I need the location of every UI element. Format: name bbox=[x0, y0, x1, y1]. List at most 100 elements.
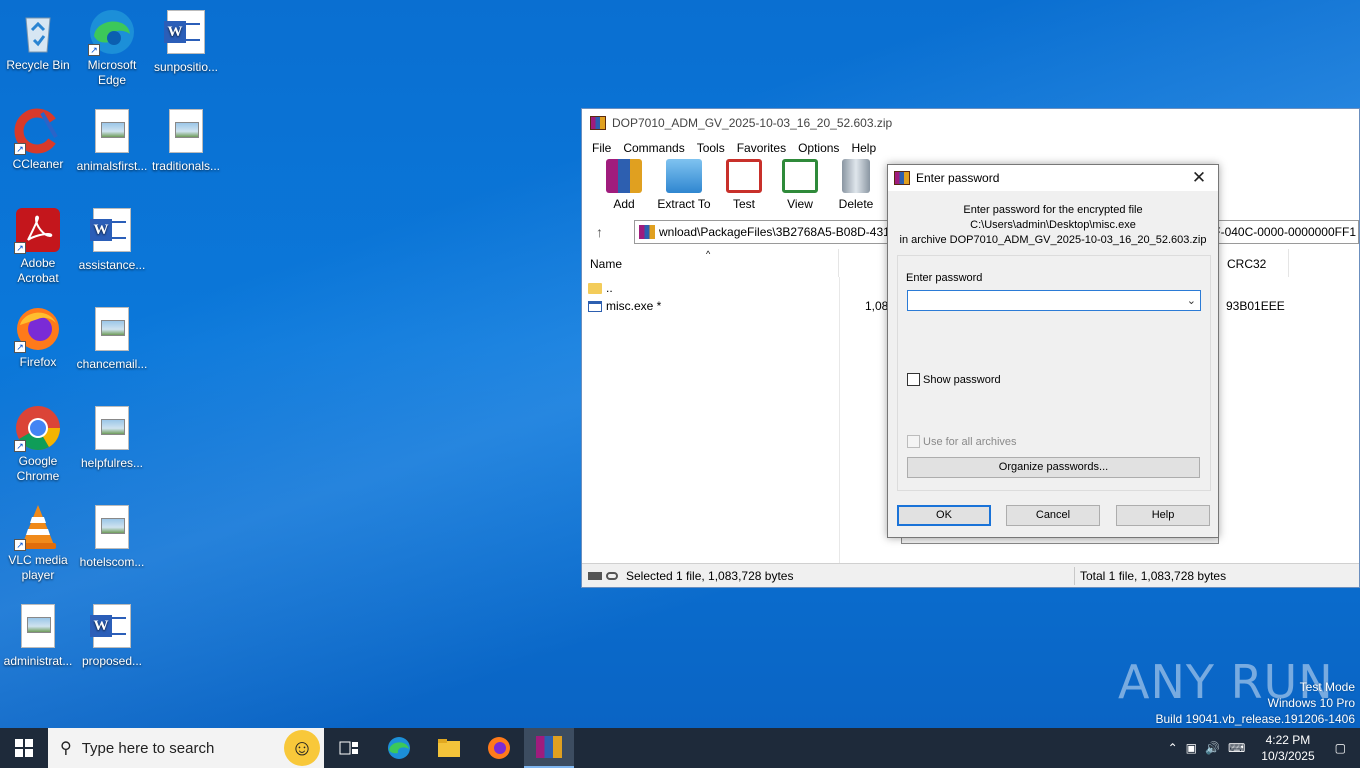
menu-tools[interactable]: Tools bbox=[691, 141, 731, 155]
menu-favorites[interactable]: Favorites bbox=[731, 141, 792, 155]
shortcut-arrow-icon: ↗ bbox=[14, 341, 26, 353]
desktop-icon-edge[interactable]: ↗ Microsoft Edge bbox=[74, 8, 150, 88]
acrobat-icon: ↗ bbox=[14, 206, 62, 254]
file-name: .. bbox=[606, 281, 613, 295]
desktop-icon-helpfulres[interactable]: helpfulres... bbox=[74, 404, 150, 471]
organize-passwords-button[interactable]: Organize passwords... bbox=[907, 457, 1200, 478]
clock[interactable]: 4:22 PM 10/3/2025 bbox=[1249, 732, 1326, 764]
desktop-icon-label: helpfulres... bbox=[80, 456, 144, 470]
desktop-icon-traditionals[interactable]: traditionals... bbox=[148, 107, 224, 174]
desktop-icon-ccleaner[interactable]: ↗ CCleaner bbox=[0, 107, 76, 172]
desktop-icon-chancemail[interactable]: chancemail... bbox=[74, 305, 150, 372]
recycle-bin-icon bbox=[14, 8, 62, 56]
password-group: Enter password ⌄ Show password Use for a… bbox=[897, 255, 1211, 491]
view-button[interactable]: View bbox=[772, 159, 828, 217]
show-password-label: Show password bbox=[923, 373, 1001, 386]
desktop-icon-vlc[interactable]: ↗ VLC media player bbox=[0, 503, 76, 583]
add-button[interactable]: Add bbox=[596, 159, 652, 217]
ok-button[interactable]: OK bbox=[897, 505, 991, 526]
exe-file-icon bbox=[588, 300, 602, 312]
view-book-icon bbox=[782, 159, 818, 193]
menu-commands[interactable]: Commands bbox=[617, 141, 690, 155]
desktop-icon-label: hotelscom... bbox=[79, 555, 145, 569]
status-selected: Selected 1 file, 1,083,728 bytes bbox=[626, 568, 794, 583]
desktop-icon-administrat[interactable]: administrat... bbox=[0, 602, 76, 669]
folder-icon bbox=[588, 282, 602, 294]
firefox-icon: ↗ bbox=[14, 305, 62, 353]
help-button[interactable]: Help bbox=[1116, 505, 1210, 526]
start-button[interactable] bbox=[0, 728, 48, 768]
menu-file[interactable]: File bbox=[586, 141, 617, 155]
taskbar-edge[interactable] bbox=[374, 728, 424, 768]
extract-to-button[interactable]: Extract To bbox=[652, 159, 716, 217]
test-button[interactable]: Test bbox=[716, 159, 772, 217]
path-text-right: 01F-040C-0000-0000000FF1 bbox=[1199, 225, 1356, 239]
desktop-icon-proposed[interactable]: W proposed... bbox=[74, 602, 150, 669]
word-doc-icon: W bbox=[162, 10, 210, 58]
desktop-icon-hotelscom[interactable]: hotelscom... bbox=[74, 503, 150, 570]
volume-icon[interactable]: 🔊 bbox=[1201, 741, 1224, 755]
close-icon[interactable]: ✕ bbox=[1186, 167, 1212, 189]
edge-icon: ↗ bbox=[88, 8, 136, 56]
delete-trash-icon bbox=[842, 159, 870, 193]
chevron-down-icon[interactable]: ⌄ bbox=[1187, 291, 1196, 311]
desktop-icon-sunposition[interactable]: W sunpositio... bbox=[148, 8, 224, 75]
archive-icon bbox=[639, 225, 655, 239]
windows-edition-text: Windows 10 Pro bbox=[1267, 696, 1355, 710]
desktop-icon-label: chancemail... bbox=[76, 357, 148, 371]
column-divider bbox=[839, 277, 840, 567]
desktop-icon-recycle-bin[interactable]: Recycle Bin bbox=[0, 8, 76, 73]
clock-time: 4:22 PM bbox=[1265, 733, 1311, 747]
firefox-icon bbox=[488, 737, 510, 759]
desktop-icon-acrobat[interactable]: ↗ Adobe Acrobat bbox=[0, 206, 76, 286]
taskbar-winrar[interactable] bbox=[524, 728, 574, 768]
drive-icon bbox=[588, 571, 602, 580]
delete-label: Delete bbox=[838, 197, 874, 211]
desktop-icon-firefox[interactable]: ↗ Firefox bbox=[0, 305, 76, 370]
test-clipboard-icon bbox=[726, 159, 762, 193]
keyboard-icon[interactable]: ⌨ bbox=[1224, 741, 1249, 755]
shortcut-arrow-icon: ↗ bbox=[14, 143, 26, 155]
status-total: Total 1 file, 1,083,728 bytes bbox=[1080, 568, 1227, 583]
search-box[interactable]: ⚲ Type here to search ☺ bbox=[48, 728, 324, 768]
list-item-parent[interactable]: .. bbox=[588, 279, 613, 297]
password-dialog: Enter password ✕ Enter password for the … bbox=[887, 164, 1219, 538]
ccleaner-icon: ↗ bbox=[14, 107, 62, 155]
search-placeholder: Type here to search bbox=[81, 739, 215, 757]
taskbar-firefox[interactable] bbox=[474, 728, 524, 768]
desktop-icon-chrome[interactable]: ↗ Google Chrome bbox=[0, 404, 76, 484]
chevron-up-icon[interactable]: ⌃ bbox=[1164, 741, 1182, 755]
column-name-label: Name bbox=[590, 257, 623, 271]
key-icon bbox=[606, 571, 618, 580]
dialog-titlebar[interactable]: Enter password ✕ bbox=[888, 165, 1218, 191]
task-view-button[interactable] bbox=[324, 728, 374, 768]
clock-date: 10/3/2025 bbox=[1261, 749, 1315, 763]
cancel-button[interactable]: Cancel bbox=[1006, 505, 1100, 526]
password-label: Enter password bbox=[906, 272, 983, 284]
file-size: 1,08 bbox=[865, 299, 889, 313]
winrar-app-icon bbox=[590, 116, 606, 130]
use-for-all-checkbox[interactable]: Use for all archives bbox=[907, 435, 1017, 448]
up-arrow-icon[interactable]: ↑ bbox=[596, 224, 612, 240]
desktop-icon-assistance[interactable]: W assistance... bbox=[74, 206, 150, 273]
desktop-icon-label: Adobe Acrobat bbox=[17, 256, 59, 285]
delete-button[interactable]: Delete bbox=[828, 159, 884, 217]
menu-options[interactable]: Options bbox=[792, 141, 845, 155]
network-icon[interactable]: ▣ bbox=[1182, 741, 1201, 755]
show-password-checkbox[interactable]: Show password bbox=[907, 373, 1001, 386]
shortcut-arrow-icon: ↗ bbox=[14, 440, 26, 452]
desktop-icon-animalsfirst[interactable]: animalsfirst... bbox=[74, 107, 150, 174]
notification-icon[interactable]: ▢ bbox=[1327, 741, 1360, 755]
vlc-icon: ↗ bbox=[14, 503, 62, 551]
column-crc32[interactable]: CRC32 bbox=[1219, 249, 1289, 277]
taskbar-file-explorer[interactable] bbox=[424, 728, 474, 768]
winrar-titlebar[interactable]: DOP7010_ADM_GV_2025-10-03_16_20_52.603.z… bbox=[582, 109, 1359, 137]
column-name[interactable]: Name ^ bbox=[582, 249, 839, 277]
taskbar: ⚲ Type here to search ☺ ⌃ ▣ 🔊 ⌨ 4:22 PM … bbox=[0, 728, 1360, 768]
dialog-title: Enter password bbox=[916, 171, 1000, 185]
desktop-icon-label: proposed... bbox=[81, 654, 143, 668]
checkbox-box bbox=[907, 435, 920, 448]
weather-sun-icon[interactable]: ☺ bbox=[284, 730, 320, 766]
menu-help[interactable]: Help bbox=[845, 141, 882, 155]
password-input[interactable]: ⌄ bbox=[907, 290, 1201, 311]
